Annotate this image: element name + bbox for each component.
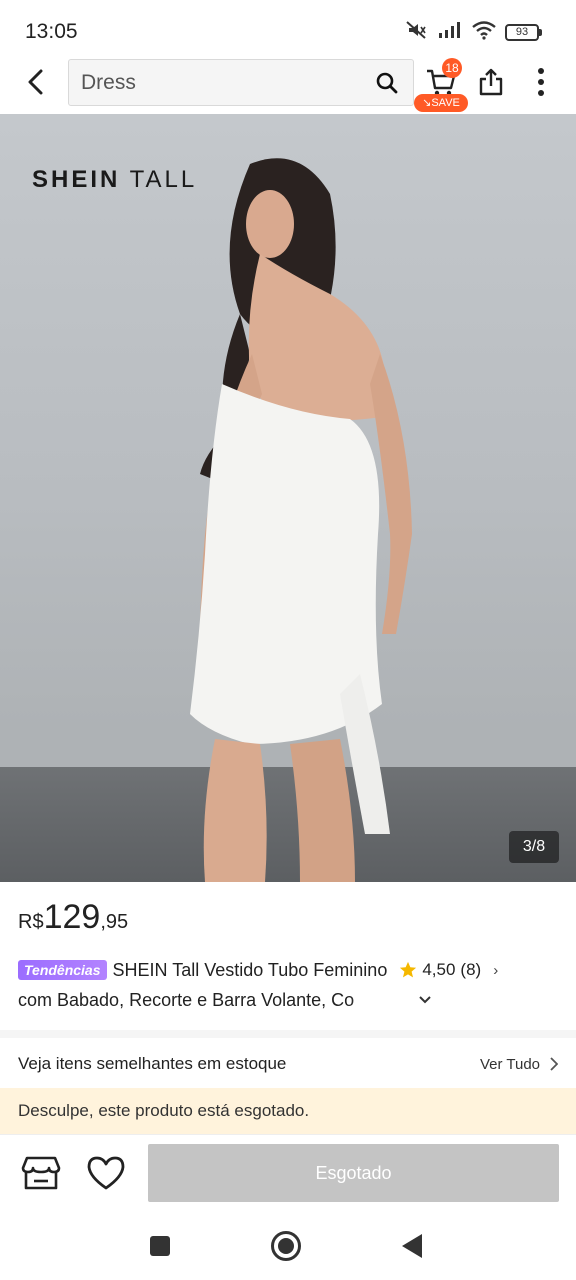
rating[interactable]: 4,50 (8) › [399, 960, 498, 980]
rating-count: (8) [460, 960, 482, 979]
rating-value: 4,50 [422, 960, 456, 979]
wifi-icon [471, 20, 497, 45]
search-input[interactable]: Dress [68, 59, 414, 106]
product-gallery[interactable]: SHEIN TALL 3/8 [0, 114, 576, 882]
action-bar: Esgotado [0, 1134, 576, 1214]
star-icon [400, 961, 417, 978]
product-title-line1: SHEIN Tall Vestido Tubo Feminino [112, 959, 388, 980]
wishlist-button[interactable] [84, 1151, 128, 1195]
chevron-down-icon[interactable] [416, 991, 434, 1009]
similar-items-row[interactable]: Veja itens semelhantes em estoque Ver Tu… [0, 1040, 576, 1088]
back-button[interactable] [20, 66, 52, 98]
brand-prefix: SHEIN [32, 166, 121, 193]
battery-icon: 93 [505, 24, 542, 41]
share-icon [479, 68, 503, 96]
gallery-brand-logo: SHEIN TALL [32, 166, 197, 194]
price-currency: R$ [18, 911, 44, 933]
cart-save-label: SAVE [431, 97, 460, 109]
product-photo [190, 158, 412, 882]
system-nav-bar [0, 1214, 576, 1280]
cart-count-badge: 18 [442, 58, 462, 78]
trend-badge: Tendências [18, 960, 107, 980]
home-button[interactable] [271, 1231, 301, 1261]
product-title-line2: com Babado, Recorte e Barra Volante, Co [18, 989, 355, 1010]
product-title-block[interactable]: Tendências SHEIN Tall Vestido Tubo Femin… [18, 955, 558, 1015]
soldout-button[interactable]: Esgotado [148, 1144, 559, 1202]
cart-button[interactable]: 18 ↘SAVE [414, 58, 468, 112]
price-decimal: ,95 [100, 911, 129, 933]
brand-suffix: TALL [129, 166, 198, 193]
share-button[interactable] [474, 64, 508, 100]
system-back-button[interactable] [402, 1234, 422, 1258]
battery-level: 93 [505, 24, 539, 41]
store-button[interactable] [20, 1151, 62, 1195]
search-value[interactable]: Dress [81, 71, 373, 95]
view-all-link[interactable]: Ver Tudo [480, 1056, 558, 1073]
back-arrow-icon [28, 69, 43, 95]
chevron-right-icon: › [493, 961, 499, 979]
more-button[interactable] [526, 64, 556, 100]
status-time: 13:05 [25, 20, 78, 43]
soldout-notice: Desculpe, este produto está esgotado. [0, 1088, 576, 1134]
status-bar: 13:05 93 [0, 0, 576, 56]
search-icon[interactable] [373, 69, 401, 97]
view-all-label: Ver Tudo [479, 1055, 540, 1073]
recent-apps-button[interactable] [150, 1236, 170, 1256]
top-bar: Dress 18 ↘SAVE [0, 56, 576, 114]
mute-icon [405, 20, 429, 45]
store-icon [21, 1156, 61, 1190]
similar-items-title: Veja itens semelhantes em estoque [18, 1054, 287, 1073]
chevron-right-icon [550, 1057, 558, 1071]
cart-save-badge: ↘SAVE [414, 94, 468, 112]
image-counter: 3/8 [509, 831, 559, 863]
signal-icon [437, 21, 463, 44]
price-integer: 129 [43, 898, 101, 936]
price: R$ 129 ,95 [18, 898, 128, 942]
more-vertical-icon [538, 68, 544, 96]
section-divider [0, 1030, 576, 1038]
heart-icon [87, 1156, 125, 1190]
status-icons: 93 [405, 20, 542, 45]
